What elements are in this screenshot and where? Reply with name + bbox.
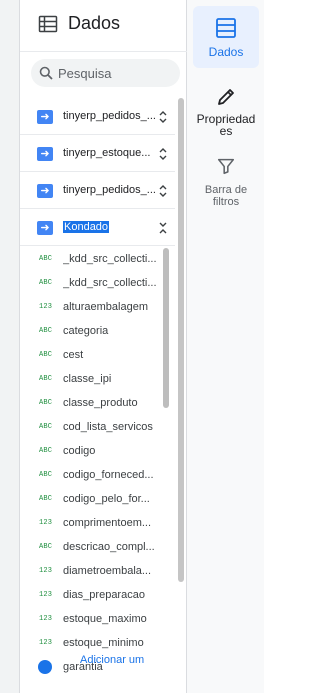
data-source-row[interactable]: ➜ tinyerp_estoque...	[20, 136, 175, 172]
data-source-row[interactable]: ➜ tinyerp_pedidos_...	[20, 173, 175, 209]
field-row[interactable]: ABC _kdd_src_collecti...	[20, 272, 175, 296]
field-list-scrollbar[interactable]	[163, 248, 169, 408]
number-type-icon: 123	[39, 567, 53, 575]
field-row[interactable]: 123 estoque_minimo	[20, 632, 175, 656]
text-type-icon: ABC	[39, 375, 53, 383]
table-icon	[216, 18, 236, 38]
number-type-icon: 123	[39, 615, 53, 623]
field-name: codigo_pelo_for...	[63, 493, 150, 505]
filter-icon	[217, 158, 235, 175]
data-source-row-expanded[interactable]: ➜ Kondado	[20, 210, 175, 246]
text-type-icon: ABC	[39, 279, 53, 287]
field-row[interactable]: 123 estoque_maximo	[20, 608, 175, 632]
field-row[interactable]: ABC codigo_pelo_for...	[20, 488, 175, 512]
right-rail: Dados Propriedad es Barra de filtros	[187, 0, 264, 693]
field-name: categoria	[63, 325, 109, 337]
field-row[interactable]: ABC categoria	[20, 320, 175, 344]
field-row[interactable]: 123 comprimentoem...	[20, 512, 175, 536]
rail-tab-label-cont: filtros	[212, 196, 240, 208]
rail-tab-label-cont: es	[219, 124, 233, 138]
data-source-icon: ➜	[37, 184, 53, 198]
field-row[interactable]: ABC classe_produto	[20, 392, 175, 416]
search-input[interactable]	[58, 63, 168, 83]
number-type-icon: 123	[39, 519, 53, 527]
field-row[interactable]: ABC codigo_forneced...	[20, 464, 175, 488]
panel-scrollbar[interactable]	[178, 98, 184, 582]
text-type-icon: ABC	[39, 447, 53, 455]
field-row[interactable]: 123 diametroembala...	[20, 560, 175, 584]
data-source-icon: ➜	[37, 147, 53, 161]
rail-tab-data[interactable]: Dados	[193, 6, 259, 68]
text-type-icon: ABC	[39, 423, 53, 431]
field-name: classe_ipi	[63, 373, 112, 385]
text-type-icon: ABC	[39, 471, 53, 479]
field-name: cod_lista_servicos	[63, 421, 153, 433]
field-name: estoque_maximo	[63, 613, 147, 625]
search-icon	[39, 66, 53, 80]
field-row[interactable]: ABC codigo	[20, 440, 175, 464]
field-name: alturaembalagem	[63, 301, 148, 313]
field-name: codigo_forneced...	[63, 469, 154, 481]
search-box[interactable]	[31, 59, 180, 87]
fold-icon[interactable]	[158, 220, 168, 236]
data-source-row[interactable]: ➜ tinyerp_pedidos_...	[20, 99, 175, 135]
field-row[interactable]: ABC cest	[20, 344, 175, 368]
data-source-icon: ➜	[37, 110, 53, 124]
add-field-button[interactable]: Adicionar um	[33, 654, 173, 674]
rail-tab-label: Barra de	[204, 184, 248, 196]
text-type-icon: ABC	[39, 495, 53, 503]
rail-tab-filter-bar[interactable]: Barra de filtros	[193, 154, 259, 216]
number-type-icon: 123	[39, 591, 53, 599]
field-row[interactable]: 123 alturaembalagem	[20, 296, 175, 320]
data-panel: Dados ➜ tinyerp_pedidos_... ➜ tinyerp_es…	[20, 0, 187, 693]
field-name: _kdd_src_collecti...	[63, 253, 157, 265]
field-name: classe_produto	[63, 397, 138, 409]
data-source-label: tinyerp_pedidos_...	[63, 110, 156, 122]
text-type-icon: ABC	[39, 327, 53, 335]
panel-title: Dados	[68, 13, 121, 33]
text-type-icon: ABC	[39, 543, 53, 551]
data-source-label: tinyerp_pedidos_...	[63, 184, 156, 196]
unfold-icon[interactable]	[158, 146, 168, 162]
field-row[interactable]: ABC _kdd_src_collecti...	[20, 248, 175, 272]
field-row[interactable]: ABC descricao_compl...	[20, 536, 175, 560]
rail-tab-properties[interactable]: Propriedad es	[193, 80, 259, 142]
unfold-icon[interactable]	[158, 183, 168, 199]
field-name: codigo	[63, 445, 96, 457]
field-row[interactable]: ABC classe_ipi	[20, 368, 175, 392]
text-type-icon: ABC	[39, 399, 53, 407]
pencil-icon	[218, 89, 234, 105]
left-panel-strip	[0, 0, 20, 693]
text-type-icon: ABC	[39, 255, 53, 263]
field-name: descricao_compl...	[63, 541, 155, 553]
field-name: _kdd_src_collecti...	[63, 277, 157, 289]
field-name: diametroembala...	[63, 565, 152, 577]
field-name: cest	[63, 349, 84, 361]
field-row[interactable]: 123 dias_preparacao	[20, 584, 175, 608]
field-name: dias_preparacao	[63, 589, 145, 601]
field-name: estoque_minimo	[63, 637, 144, 649]
data-source-label: Kondado	[63, 221, 110, 233]
field-name: comprimentoem...	[63, 517, 152, 529]
table-icon	[38, 15, 58, 33]
field-row[interactable]: ABC cod_lista_servicos	[20, 416, 175, 440]
data-source-icon: ➜	[37, 221, 53, 235]
data-panel-header: Dados	[20, 0, 187, 52]
text-type-icon: ABC	[39, 351, 53, 359]
add-icon	[38, 660, 52, 674]
field-list: ABC _kdd_src_collecti... ABC _kdd_src_colle…	[20, 248, 175, 680]
number-type-icon: 123	[39, 303, 53, 311]
number-type-icon: 123	[39, 639, 53, 647]
add-field-label: Adicionar um	[80, 654, 145, 666]
rail-tab-label: Dados	[208, 45, 244, 59]
unfold-icon[interactable]	[158, 109, 168, 125]
data-source-label: tinyerp_estoque...	[63, 147, 151, 159]
